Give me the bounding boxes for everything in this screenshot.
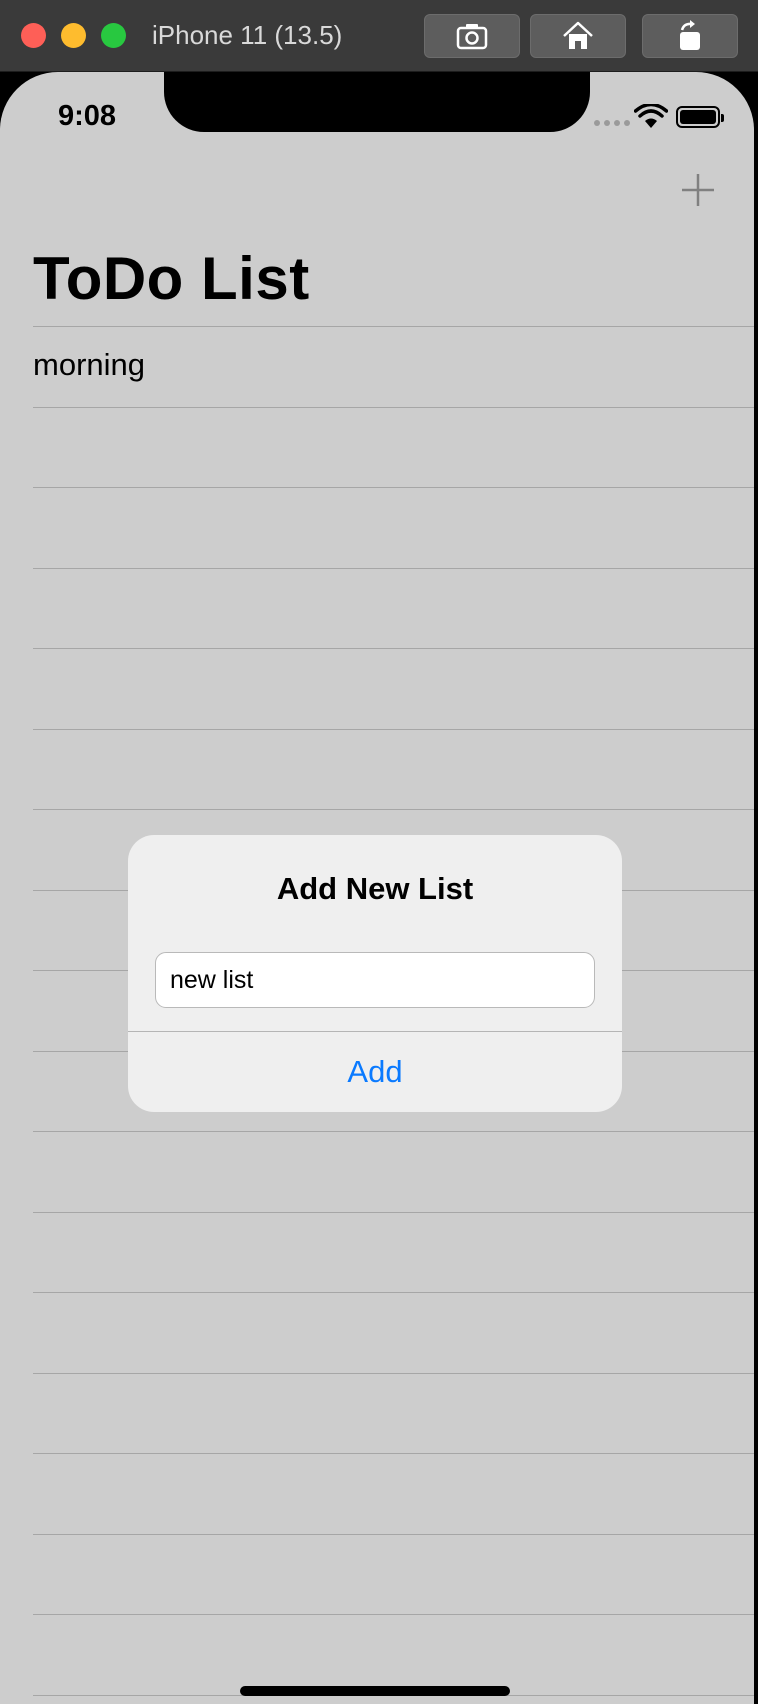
list-item[interactable] [33,567,754,649]
plus-icon[interactable] [680,172,716,208]
list-item[interactable] [33,1453,754,1534]
list-item[interactable] [33,1211,754,1293]
camera-icon [456,24,488,50]
minimize-window-button[interactable] [61,23,86,48]
rotate-button[interactable] [642,14,738,58]
device-notch [164,72,590,132]
page-title: ToDo List [33,245,310,312]
window-title: iPhone 11 (13.5) [152,20,343,50]
add-list-alert: Add New List Add [128,835,622,1112]
simulator-title-bar: iPhone 11 (13.5) [0,0,758,72]
status-time: 9:08 [58,100,117,132]
list-item[interactable] [33,487,754,568]
battery-icon [676,106,724,128]
list-item[interactable] [33,406,754,488]
list-item[interactable] [33,1614,754,1695]
cellular-signal-icon [594,120,630,126]
list-item[interactable] [33,1292,754,1373]
wifi-icon [634,104,668,128]
list-name-input[interactable] [155,952,595,1008]
phone-screen: 9:08 ToDo List morning Add New List new … [0,72,754,1704]
close-window-button[interactable] [21,23,46,48]
home-button[interactable] [530,14,626,58]
home-icon [563,21,593,49]
list-item[interactable] [33,1533,754,1615]
list-item[interactable] [33,1372,754,1454]
list-item[interactable] [33,728,754,810]
add-button[interactable]: Add [128,1032,622,1112]
screenshot-button[interactable] [424,14,520,58]
list-item[interactable] [33,648,754,729]
list-item-label: morning [33,347,145,382]
rotate-icon [680,20,700,50]
home-indicator[interactable] [240,1686,510,1696]
alert-title: Add New List [276,871,474,906]
zoom-window-button[interactable] [101,23,126,48]
list-item[interactable] [33,1131,754,1212]
list-item[interactable]: morning [33,326,754,407]
